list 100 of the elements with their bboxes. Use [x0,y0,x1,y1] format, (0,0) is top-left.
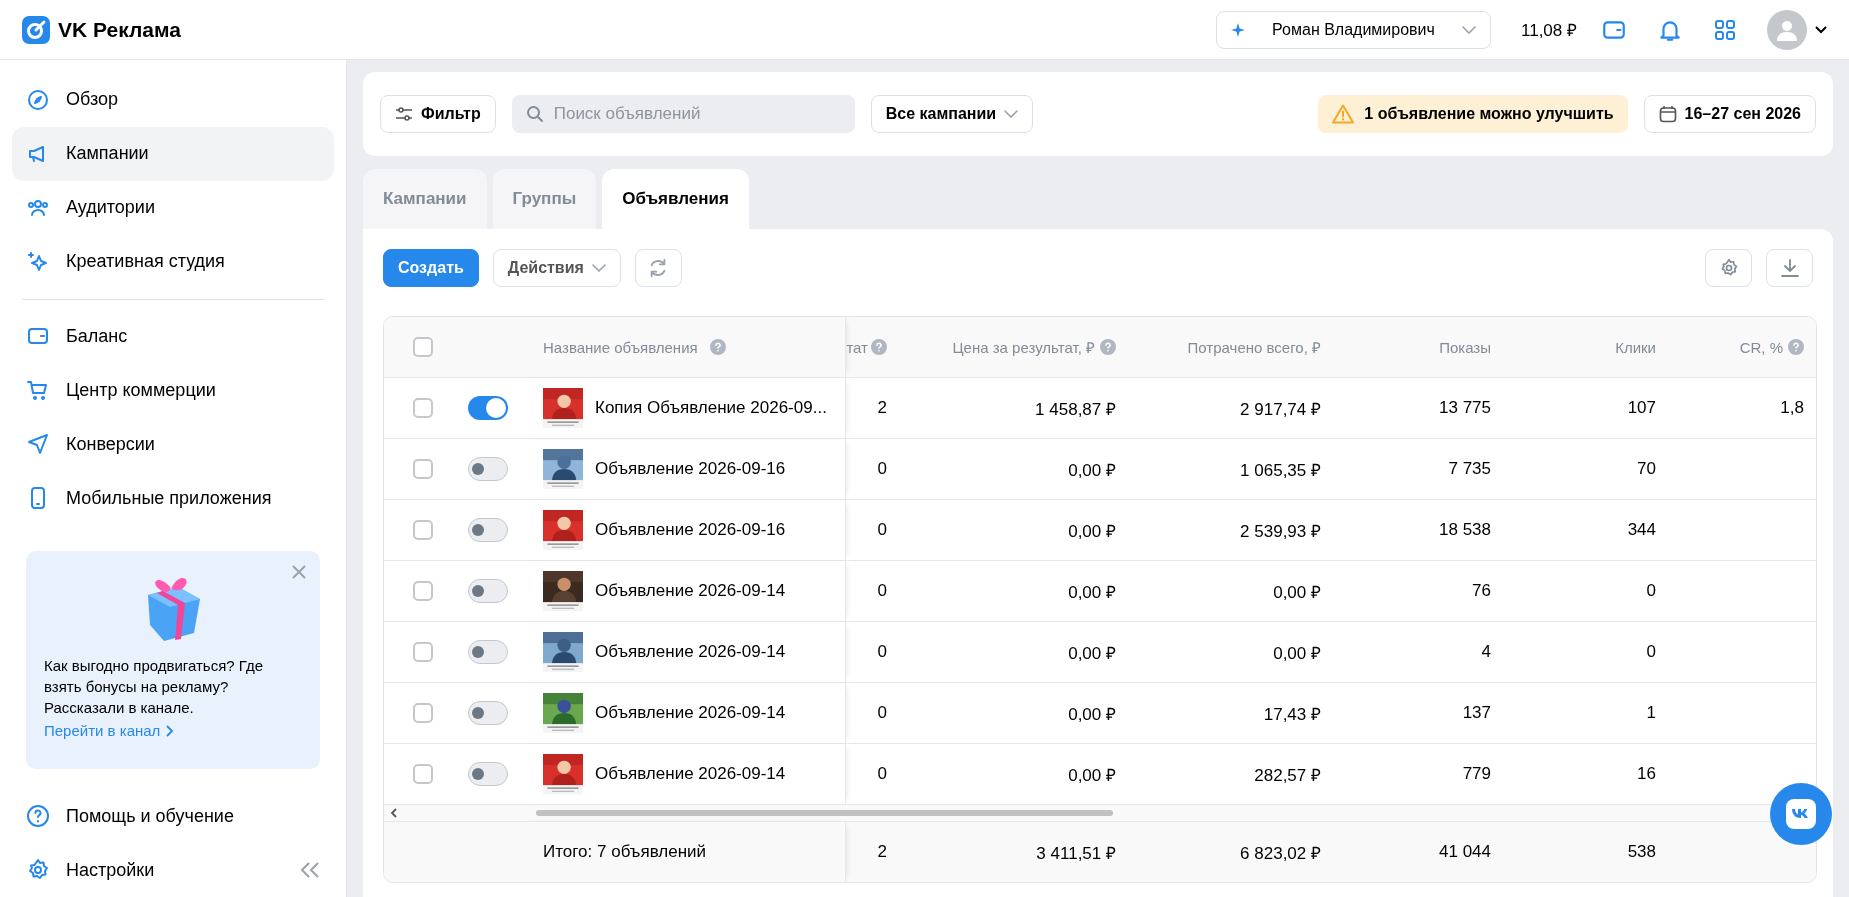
table-cell: 1,8 [1780,398,1804,418]
table-cell: 0 [877,520,887,540]
toggle-switch[interactable] [468,762,508,786]
sparkle-icon [26,249,50,274]
column-header: CR, % [1739,338,1783,356]
ad-name[interactable]: Объявление 2026-09-14 [595,642,786,662]
ad-name[interactable]: Объявление 2026-09-14 [595,581,786,601]
refresh-button[interactable] [634,249,682,287]
toggle-switch[interactable] [468,518,508,542]
question-icon[interactable] [1788,339,1804,355]
table-cell: 0 [1646,642,1656,662]
checkbox[interactable] [412,337,433,357]
campaign-select[interactable]: Все кампании [870,95,1034,133]
account-dropdown[interactable]: Роман Владимирович [1216,10,1491,49]
sidebar-item[interactable]: Настройки [12,843,334,897]
ad-name[interactable]: Объявление 2026-09-16 [595,520,786,540]
date-range-button[interactable]: 16–27 сен 2026 [1643,95,1816,133]
improvement-notice[interactable]: 1 объявление можно улучшить [1318,95,1628,133]
help-icon [26,804,50,829]
search-field[interactable]: Поиск объявлений [511,95,855,133]
download-icon [1779,258,1800,278]
checkbox[interactable] [412,581,433,601]
column-header: Цена за результат, ₽ [952,338,1095,357]
checkbox[interactable] [412,459,433,479]
table-cell: 2 [877,842,887,862]
actions-dropdown[interactable]: Действия [492,249,621,287]
logo-icon [22,15,50,44]
table-cell: 41 044 [1439,842,1491,862]
table-cell: 76 [1472,581,1491,601]
table-cell-text: 0,00 ₽ [1068,581,1116,603]
collapse-icon[interactable] [300,862,320,879]
checkbox[interactable] [412,764,433,784]
scroll-left-icon[interactable] [390,808,398,818]
compass-icon [26,87,50,112]
sparkle-icon [1231,22,1245,37]
toggle-switch[interactable] [468,396,508,420]
checkbox[interactable] [412,520,433,540]
sidebar-item[interactable]: Баланс [12,309,334,364]
ad-name[interactable]: Объявление 2026-09-16 [595,459,786,479]
question-icon[interactable] [709,339,726,355]
sidebar-item[interactable]: Кампании [12,126,334,181]
table-cell: 0 [1646,581,1656,601]
checkbox[interactable] [412,703,433,723]
cart-icon [26,378,50,403]
close-icon[interactable] [292,565,306,580]
column-header: Показы [1439,338,1491,356]
ad-name[interactable]: Копия Объявление 2026-09... [595,398,827,418]
balance-amount: 11,08 ₽ [1521,20,1577,41]
warning-icon [1332,104,1355,124]
question-icon[interactable] [871,339,887,355]
grid-icon[interactable] [1713,17,1737,42]
total-label: Итого: 7 объявлений [543,842,707,862]
caret-icon [1462,25,1476,34]
toggle-switch[interactable] [468,579,508,603]
sidebar-item[interactable]: Аудитории [12,180,334,235]
chevron-icon [166,724,175,737]
sidebar-item[interactable]: Конверсии [12,417,334,472]
checkbox[interactable] [412,398,433,418]
logo-text: VK Реклама [58,17,181,42]
download-button[interactable] [1766,249,1813,287]
table-cell: 2 [877,398,887,418]
sidebar-item[interactable]: Обзор [12,73,334,127]
question-icon[interactable] [1100,339,1116,355]
table-cell-text: 17,43 ₽ [1263,703,1321,725]
sidebar-item[interactable]: Центр коммерции [12,363,334,418]
create-button[interactable]: Создать [383,249,479,287]
sidebar-item[interactable]: Помощь и обучение [12,789,334,844]
table-cell-text: 0,00 ₽ [1068,703,1116,725]
table-cell-text: 2 539,93 ₽ [1240,520,1321,542]
table-cell: 16 [1637,764,1656,784]
filter-button[interactable]: Фильтр [380,95,496,133]
table-cell-text: 2 917,74 ₽ [1240,398,1321,420]
table-cell-text: 1 065,35 ₽ [1240,459,1321,481]
ad-name[interactable]: Объявление 2026-09-14 [595,703,786,723]
table-cell-text: 0,00 ₽ [1068,764,1116,786]
toggle-switch[interactable] [468,640,508,664]
table-cell-text: 0,00 ₽ [1068,520,1116,542]
table-cell: 779 [1462,764,1491,784]
logo-icon [1786,799,1816,829]
toggle-switch[interactable] [468,701,508,725]
table-cell: 1 [1646,703,1656,723]
scrollbar-thumb[interactable] [536,810,1113,816]
table-cell: 0 [877,764,887,784]
toggle-switch[interactable] [468,457,508,481]
chevron-icon[interactable] [1815,25,1827,34]
caret-icon [1004,110,1019,118]
table-cell-text: 0,00 ₽ [1068,642,1116,664]
sidebar-item[interactable]: Мобильные приложения [12,471,334,526]
table-cell-text: 1 458,87 ₽ [1035,398,1116,420]
checkbox[interactable] [412,642,433,662]
column-header: Название объявления [543,338,698,356]
avatar[interactable] [1767,9,1807,50]
table-cell: 70 [1637,459,1656,479]
table-cell-text: 6 823,02 ₽ [1240,842,1321,864]
table-cell-text: 0,00 ₽ [1273,581,1321,603]
table-cell-text: 0,00 ₽ [1273,642,1321,664]
sidebar-item[interactable]: Креативная студия [12,234,334,289]
settings-button[interactable] [1705,249,1752,287]
tab[interactable]: Объявления [602,169,749,229]
ad-name[interactable]: Объявление 2026-09-14 [595,764,786,784]
